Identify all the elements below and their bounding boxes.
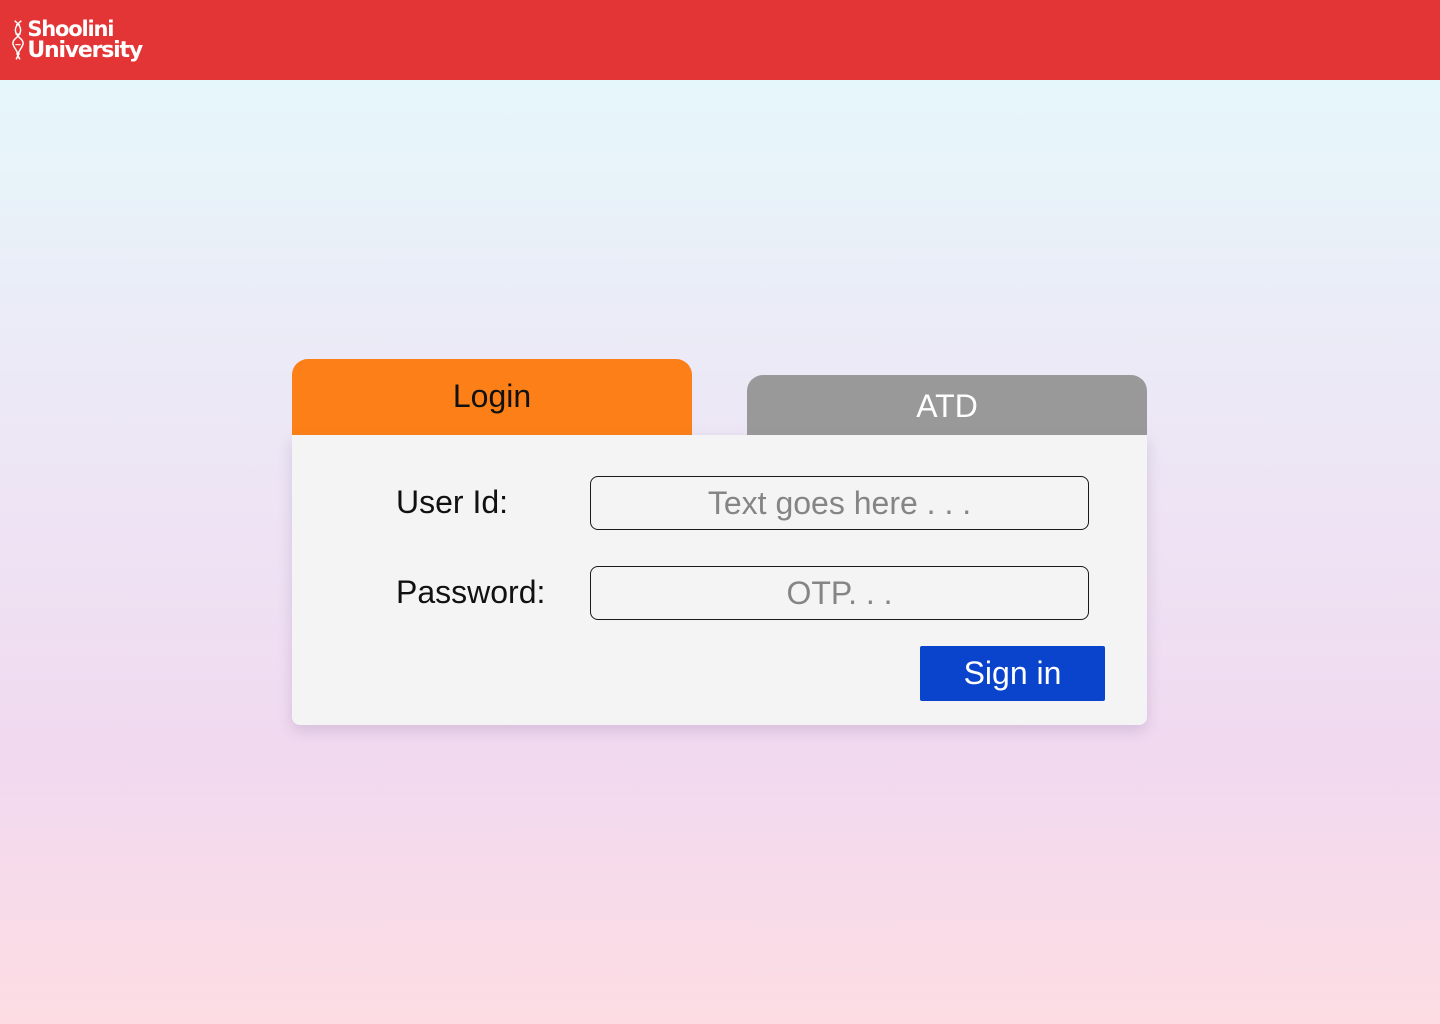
password-label: Password:: [396, 574, 546, 610]
user-id-input[interactable]: [590, 476, 1089, 530]
logo-line-1: Shoolini: [27, 17, 114, 41]
dna-helix-icon: [12, 20, 24, 60]
login-form-card: User Id: Password: Sign in: [292, 435, 1147, 725]
logo-wordmark: Shoolini University: [27, 17, 143, 63]
logo-line-2: University: [27, 38, 143, 63]
tab-login[interactable]: Login: [292, 359, 692, 435]
sign-in-button[interactable]: Sign in: [920, 646, 1105, 701]
university-logo[interactable]: Shoolini University: [12, 8, 143, 72]
header-bar: Shoolini University: [0, 0, 1440, 80]
tab-atd[interactable]: ATD: [747, 375, 1147, 435]
user-id-label: User Id:: [396, 484, 509, 520]
password-input[interactable]: [590, 566, 1089, 620]
